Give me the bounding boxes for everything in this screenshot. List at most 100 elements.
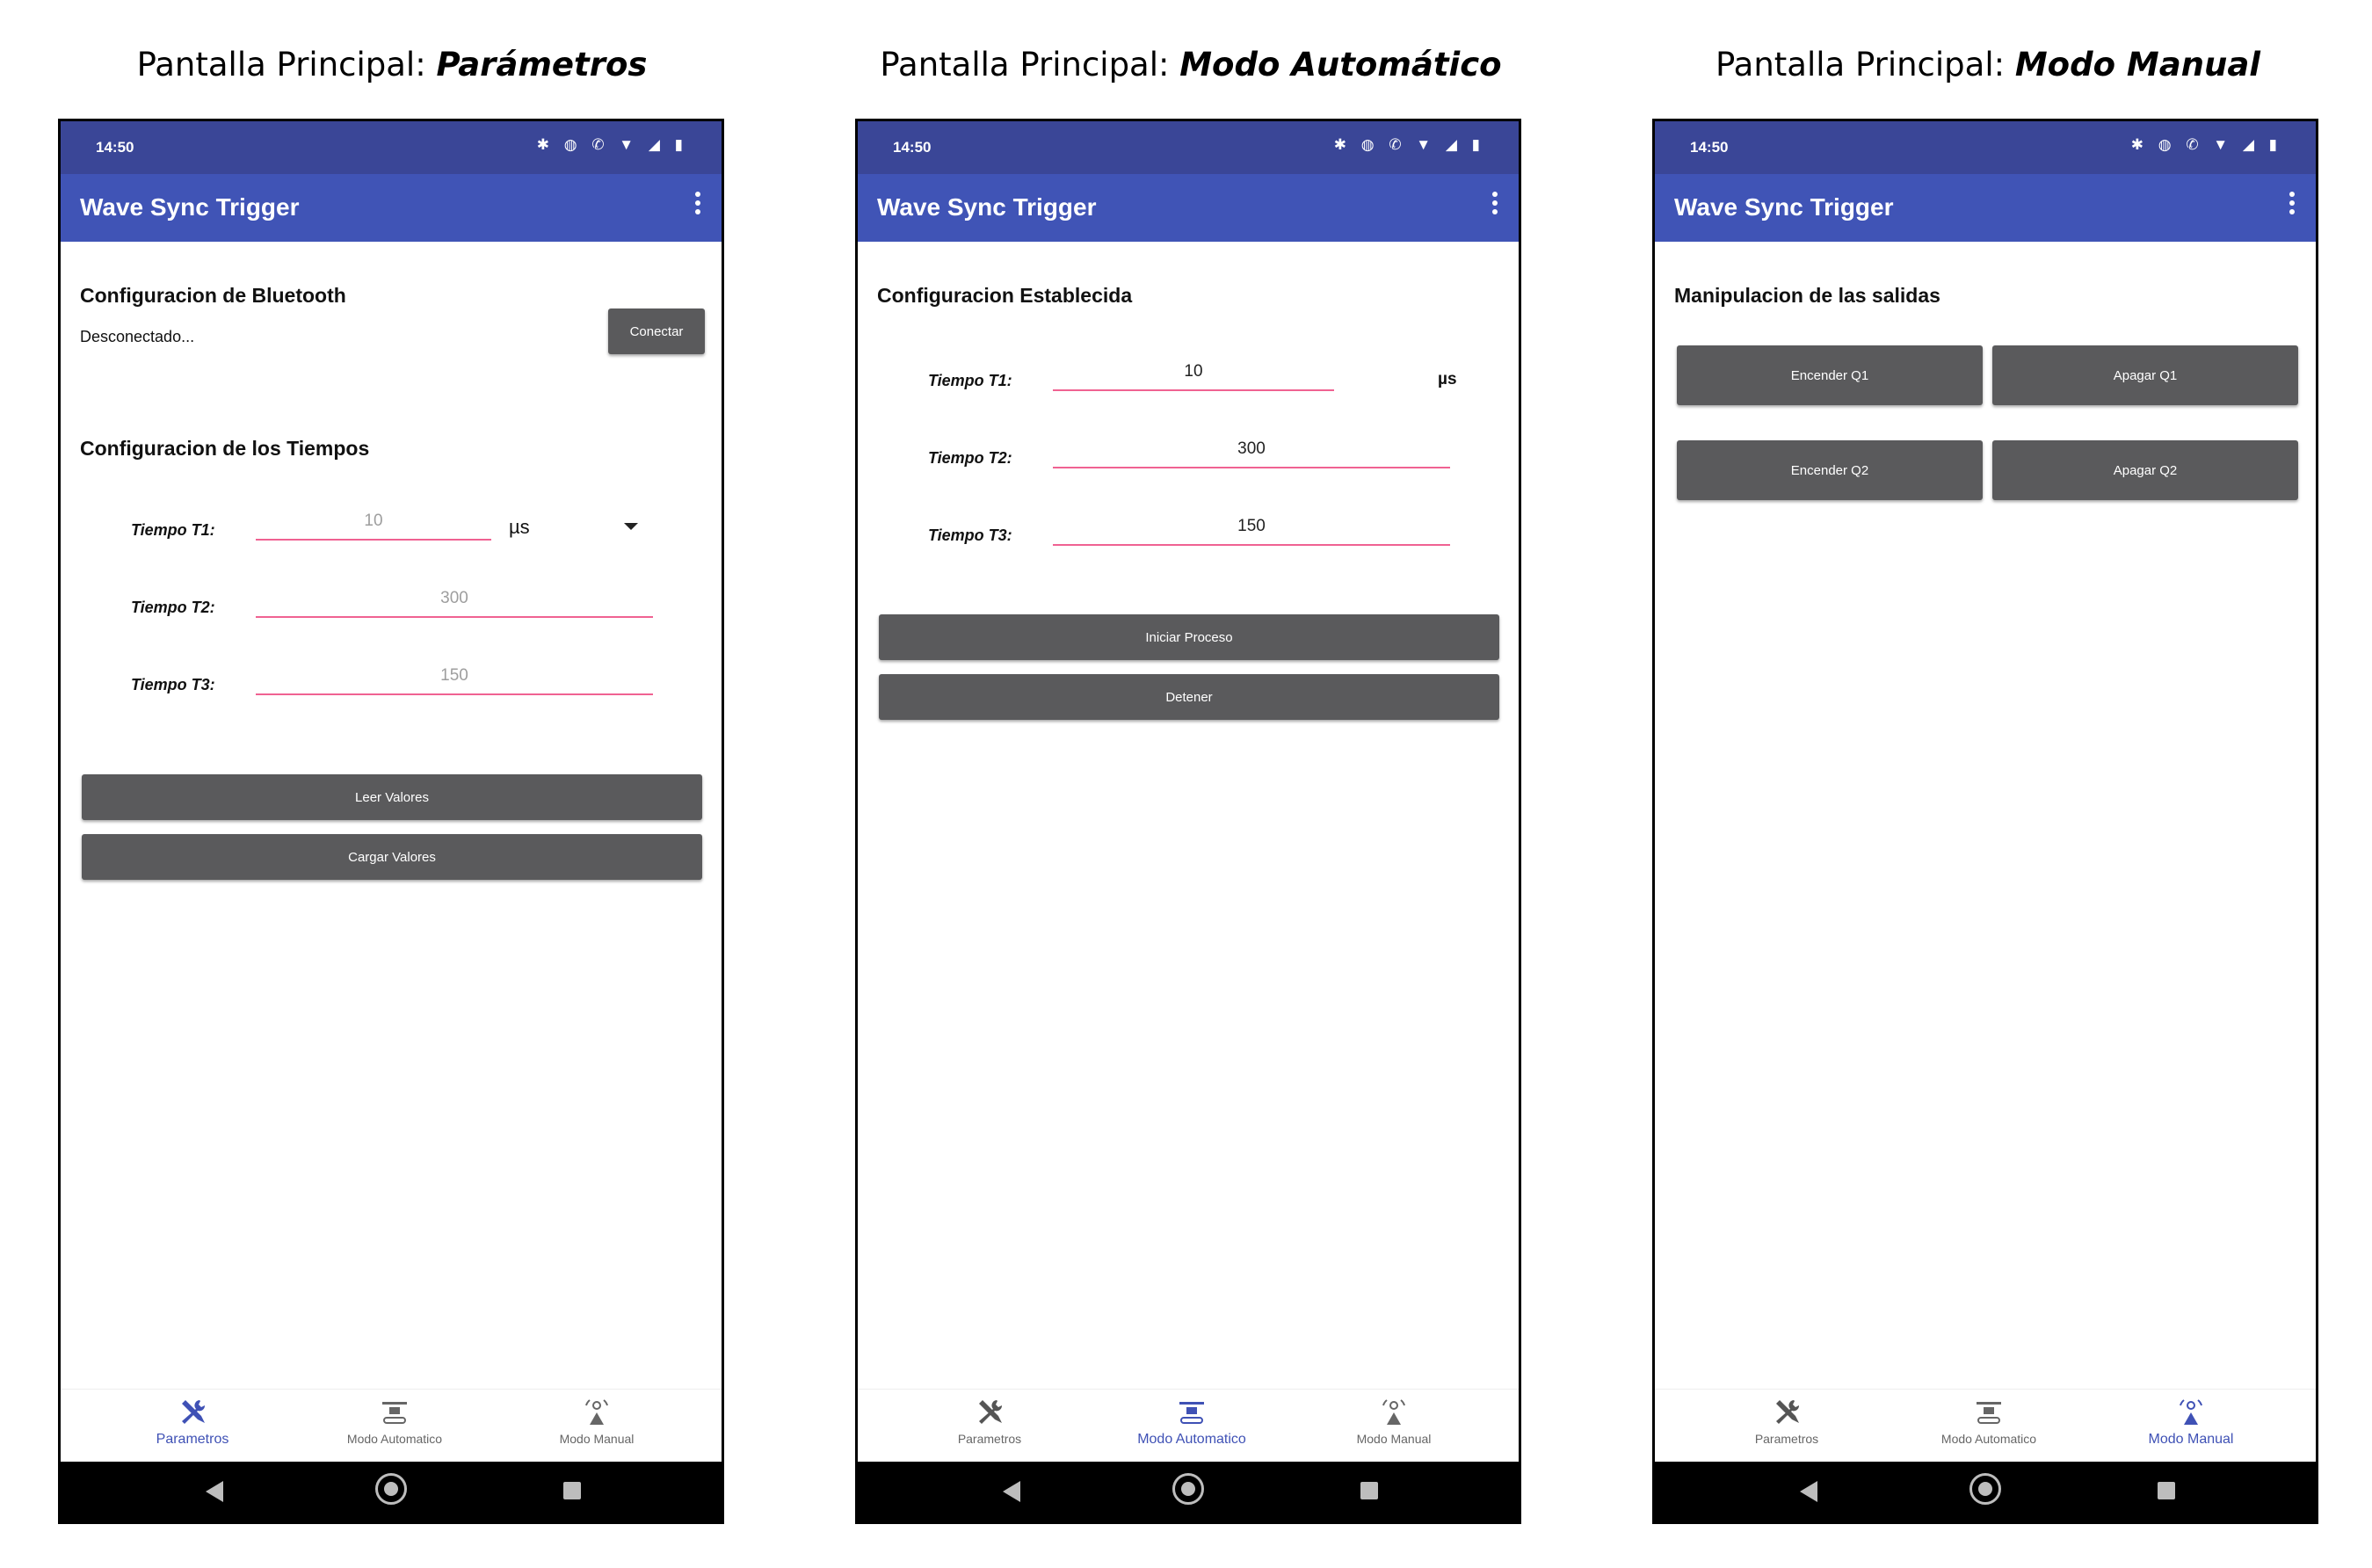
nav-label: Modo Manual (1356, 1432, 1432, 1446)
content: Configuracion Establecida Tiempo T1: 10 … (858, 242, 1519, 1390)
t2-input[interactable]: 300 (256, 586, 653, 618)
bottom-nav: Parametros Modo Automatico Modo Manual (61, 1389, 722, 1462)
t2-label: Tiempo T2: (928, 449, 1012, 467)
status-icons: ✱ ◍ ✆ ▼ ◢ ▮ (536, 136, 688, 153)
start-process-button[interactable]: Iniciar Proceso (879, 614, 1499, 660)
nav-label: Parametros (1754, 1432, 1819, 1446)
unit-label: µs (1438, 370, 1457, 388)
caption-emph: Modo Manual (2014, 46, 2260, 83)
caption-prefix: Pantalla Principal: (880, 46, 1180, 83)
t1-value: 10 (1053, 359, 1334, 391)
nav-label: Modo Automatico (1137, 1432, 1246, 1447)
nav-item-automatico[interactable]: Modo Automatico (1888, 1397, 2090, 1446)
bottom-nav: Parametros Modo Automatico Modo Manual (1655, 1389, 2316, 1462)
status-icons: ✱ ◍ ✆ ▼ ◢ ▮ (2130, 136, 2282, 153)
nav-item-manual[interactable]: Modo Manual (2090, 1397, 2292, 1448)
load-values-button[interactable]: Cargar Valores (82, 834, 702, 880)
recents-icon[interactable] (2158, 1482, 2175, 1499)
system-nav-bar (858, 1462, 1519, 1521)
outputs-heading: Manipulacion de las salidas (1674, 284, 1940, 307)
nav-item-automatico[interactable]: Modo Automatico (1091, 1397, 1293, 1448)
manual-control-icon (2180, 1399, 2202, 1425)
nav-item-parametros[interactable]: Parametros (889, 1397, 1091, 1446)
t1-label: Tiempo T1: (131, 521, 215, 539)
t2-label: Tiempo T2: (131, 599, 215, 616)
read-values-button[interactable]: Leer Valores (82, 774, 702, 820)
caption-prefix: Pantalla Principal: (136, 46, 437, 83)
nav-item-parametros[interactable]: Parametros (1686, 1397, 1888, 1446)
system-nav-bar (1655, 1462, 2316, 1521)
back-icon[interactable] (206, 1481, 223, 1502)
caption-manual: Pantalla Principal: Modo Manual (1636, 46, 2339, 83)
turn-off-q2-button[interactable]: Apagar Q2 (1992, 440, 2298, 500)
phone-automatico: 14:50 ✱ ◍ ✆ ▼ ◢ ▮ Wave Sync Trigger Conf… (855, 119, 1521, 1524)
back-icon[interactable] (1800, 1481, 1817, 1502)
times-heading: Configuracion de los Tiempos (80, 437, 370, 460)
turn-off-q1-button[interactable]: Apagar Q1 (1992, 345, 2298, 405)
recents-icon[interactable] (1360, 1482, 1378, 1499)
t3-label: Tiempo T3: (928, 526, 1012, 544)
home-icon[interactable] (1172, 1473, 1204, 1505)
nav-item-manual[interactable]: Modo Manual (1293, 1397, 1495, 1446)
nav-label: Parametros (156, 1432, 229, 1447)
caption-emph: Modo Automático (1179, 46, 1502, 83)
status-bar: 14:50 ✱ ◍ ✆ ▼ ◢ ▮ (1655, 121, 2316, 174)
conveyor-icon (1179, 1402, 1204, 1424)
conveyor-icon (382, 1402, 407, 1424)
nav-label: Modo Automatico (1940, 1432, 2037, 1446)
turn-on-q1-button[interactable]: Encender Q1 (1677, 345, 1983, 405)
app-title: Wave Sync Trigger (877, 193, 1097, 221)
t3-value: 150 (1053, 514, 1450, 546)
bluetooth-heading: Configuracion de Bluetooth (80, 284, 346, 307)
nav-label: Modo Manual (559, 1432, 635, 1446)
nav-item-manual[interactable]: Modo Manual (496, 1397, 698, 1446)
caption-prefix: Pantalla Principal: (1716, 46, 2015, 83)
t1-input[interactable]: 10 (256, 509, 491, 541)
nav-item-parametros[interactable]: Parametros (91, 1397, 294, 1448)
caption-parametros: Pantalla Principal: Parámetros (40, 46, 744, 83)
conveyor-icon (1977, 1402, 2001, 1424)
app-title: Wave Sync Trigger (80, 193, 300, 221)
caption-emph: Parámetros (436, 46, 648, 83)
system-nav-bar (61, 1462, 722, 1521)
tools-icon (182, 1400, 206, 1424)
nav-label: Parametros (957, 1432, 1022, 1446)
tools-icon (1776, 1400, 1800, 1424)
chevron-down-icon[interactable] (624, 523, 638, 530)
app-bar: Wave Sync Trigger (1655, 174, 2316, 242)
t3-label: Tiempo T3: (131, 676, 215, 693)
status-time: 14:50 (1690, 139, 1729, 156)
unit-select[interactable]: µs (509, 516, 530, 539)
t3-input[interactable]: 150 (256, 664, 653, 695)
caption-automatico: Pantalla Principal: Modo Automático (839, 46, 1542, 83)
home-icon[interactable] (375, 1473, 407, 1505)
connect-button[interactable]: Conectar (608, 309, 705, 354)
t1-label: Tiempo T1: (928, 372, 1012, 389)
content: Configuracion de Bluetooth Desconectado.… (61, 242, 722, 1390)
nav-item-automatico[interactable]: Modo Automatico (294, 1397, 496, 1446)
status-time: 14:50 (893, 139, 932, 156)
turn-on-q2-button[interactable]: Encender Q2 (1677, 440, 1983, 500)
status-bar: 14:50 ✱ ◍ ✆ ▼ ◢ ▮ (61, 121, 722, 174)
home-icon[interactable] (1969, 1473, 2001, 1505)
tools-icon (979, 1400, 1003, 1424)
nav-label: Modo Automatico (346, 1432, 443, 1446)
manual-control-icon (1382, 1399, 1405, 1425)
overflow-menu-icon[interactable] (693, 192, 702, 218)
phone-parametros: 14:50 ✱ ◍ ✆ ▼ ◢ ▮ Wave Sync Trigger Conf… (58, 119, 724, 1524)
back-icon[interactable] (1003, 1481, 1020, 1502)
content: Manipulacion de las salidas Encender Q1 … (1655, 242, 2316, 1390)
status-bar: 14:50 ✱ ◍ ✆ ▼ ◢ ▮ (858, 121, 1519, 174)
phone-manual: 14:50 ✱ ◍ ✆ ▼ ◢ ▮ Wave Sync Trigger Mani… (1652, 119, 2318, 1524)
status-time: 14:50 (96, 139, 134, 156)
app-bar: Wave Sync Trigger (858, 174, 1519, 242)
nav-label: Modo Manual (2148, 1432, 2234, 1447)
config-heading: Configuracion Establecida (877, 284, 1133, 307)
recents-icon[interactable] (563, 1482, 581, 1499)
overflow-menu-icon[interactable] (2288, 192, 2296, 218)
overflow-menu-icon[interactable] (1491, 192, 1499, 218)
t2-value: 300 (1053, 437, 1450, 468)
manual-control-icon (585, 1399, 608, 1425)
bluetooth-status: Desconectado... (80, 328, 195, 345)
stop-button[interactable]: Detener (879, 674, 1499, 720)
